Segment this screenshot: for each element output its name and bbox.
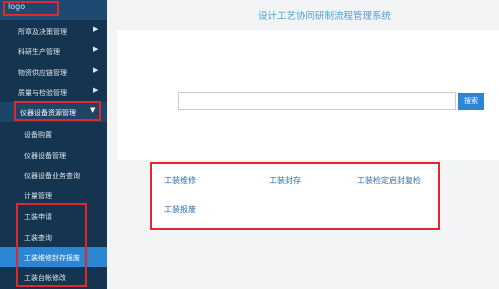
page-title: 设计工艺协同研制流程管理系统 (258, 11, 392, 22)
sidebar-item-tooling-repair[interactable]: 工装维修封存报废 (0, 247, 107, 267)
actions-card (150, 162, 440, 230)
sidebar-item-label: 物资供应链管理 (18, 69, 67, 77)
chevron-down-icon: ▼ (90, 106, 96, 114)
sidebar-item-label: 计量管理 (24, 192, 52, 200)
chevron-right-icon: ▶ (93, 25, 99, 33)
sidebar-item-metrology[interactable]: 计量管理 (0, 185, 107, 205)
tooling-scrap-link[interactable]: 工装报废 (164, 204, 196, 215)
sidebar-item-label: 科研生产管理 (18, 48, 60, 56)
chevron-right-icon: ▶ (93, 45, 99, 53)
tooling-repair-link[interactable]: 工装维修 (164, 175, 196, 186)
sidebar-item-supply[interactable]: 物资供应链管理 ▶ (0, 62, 107, 82)
sidebar-item-label: 设备购置 (24, 131, 52, 139)
sidebar-item-label: 工装申请 (24, 213, 52, 221)
chevron-right-icon: ▶ (93, 66, 99, 74)
sidebar-item-instruments[interactable]: 仪器设备管理 (0, 145, 107, 165)
tooling-seal-link[interactable]: 工装封存 (269, 175, 301, 186)
sidebar-item-label: 工装台帐修改 (24, 274, 66, 282)
sidebar-item-label: 仪器设备管理 (24, 152, 66, 160)
sidebar-item-tooling-ledger[interactable]: 工装台帐修改 (0, 267, 107, 287)
sidebar-item-label: 质量与检验管理 (18, 89, 67, 97)
tooling-recheck-link[interactable]: 工装检定启封复检 (357, 175, 421, 186)
sidebar-item-purchase[interactable]: 设备购置 (0, 124, 107, 144)
sidebar-item-quality[interactable]: 质量与检验管理 ▶ (0, 82, 107, 102)
sidebar-item-equipment[interactable]: 仪器设备资源管理 ▼ (0, 102, 107, 122)
logo-highlight-box (3, 1, 59, 16)
search-input[interactable] (178, 92, 456, 110)
sidebar-item-production[interactable]: 科研生产管理 ▶ (0, 41, 107, 61)
sidebar-item-label: 仪器设备业务查询 (24, 172, 80, 180)
chevron-right-icon: ▶ (93, 86, 99, 94)
sidebar-item-label: 所章及决策管理 (18, 28, 67, 36)
sidebar-item-business-query[interactable]: 仪器设备业务查询 (0, 165, 107, 185)
search-button[interactable]: 搜索 (458, 93, 484, 110)
sidebar-item-tooling-apply[interactable]: 工装申请 (0, 206, 107, 226)
sidebar-item-label: 工装查询 (24, 234, 52, 242)
sidebar-item-label: 工装维修封存报废 (24, 254, 80, 262)
sidebar-item-tooling-query[interactable]: 工装查询 (0, 227, 107, 247)
sidebar-item-label: 仪器设备资源管理 (20, 109, 76, 117)
sidebar-item-decision[interactable]: 所章及决策管理 ▶ (0, 21, 107, 41)
page-background (107, 230, 499, 289)
